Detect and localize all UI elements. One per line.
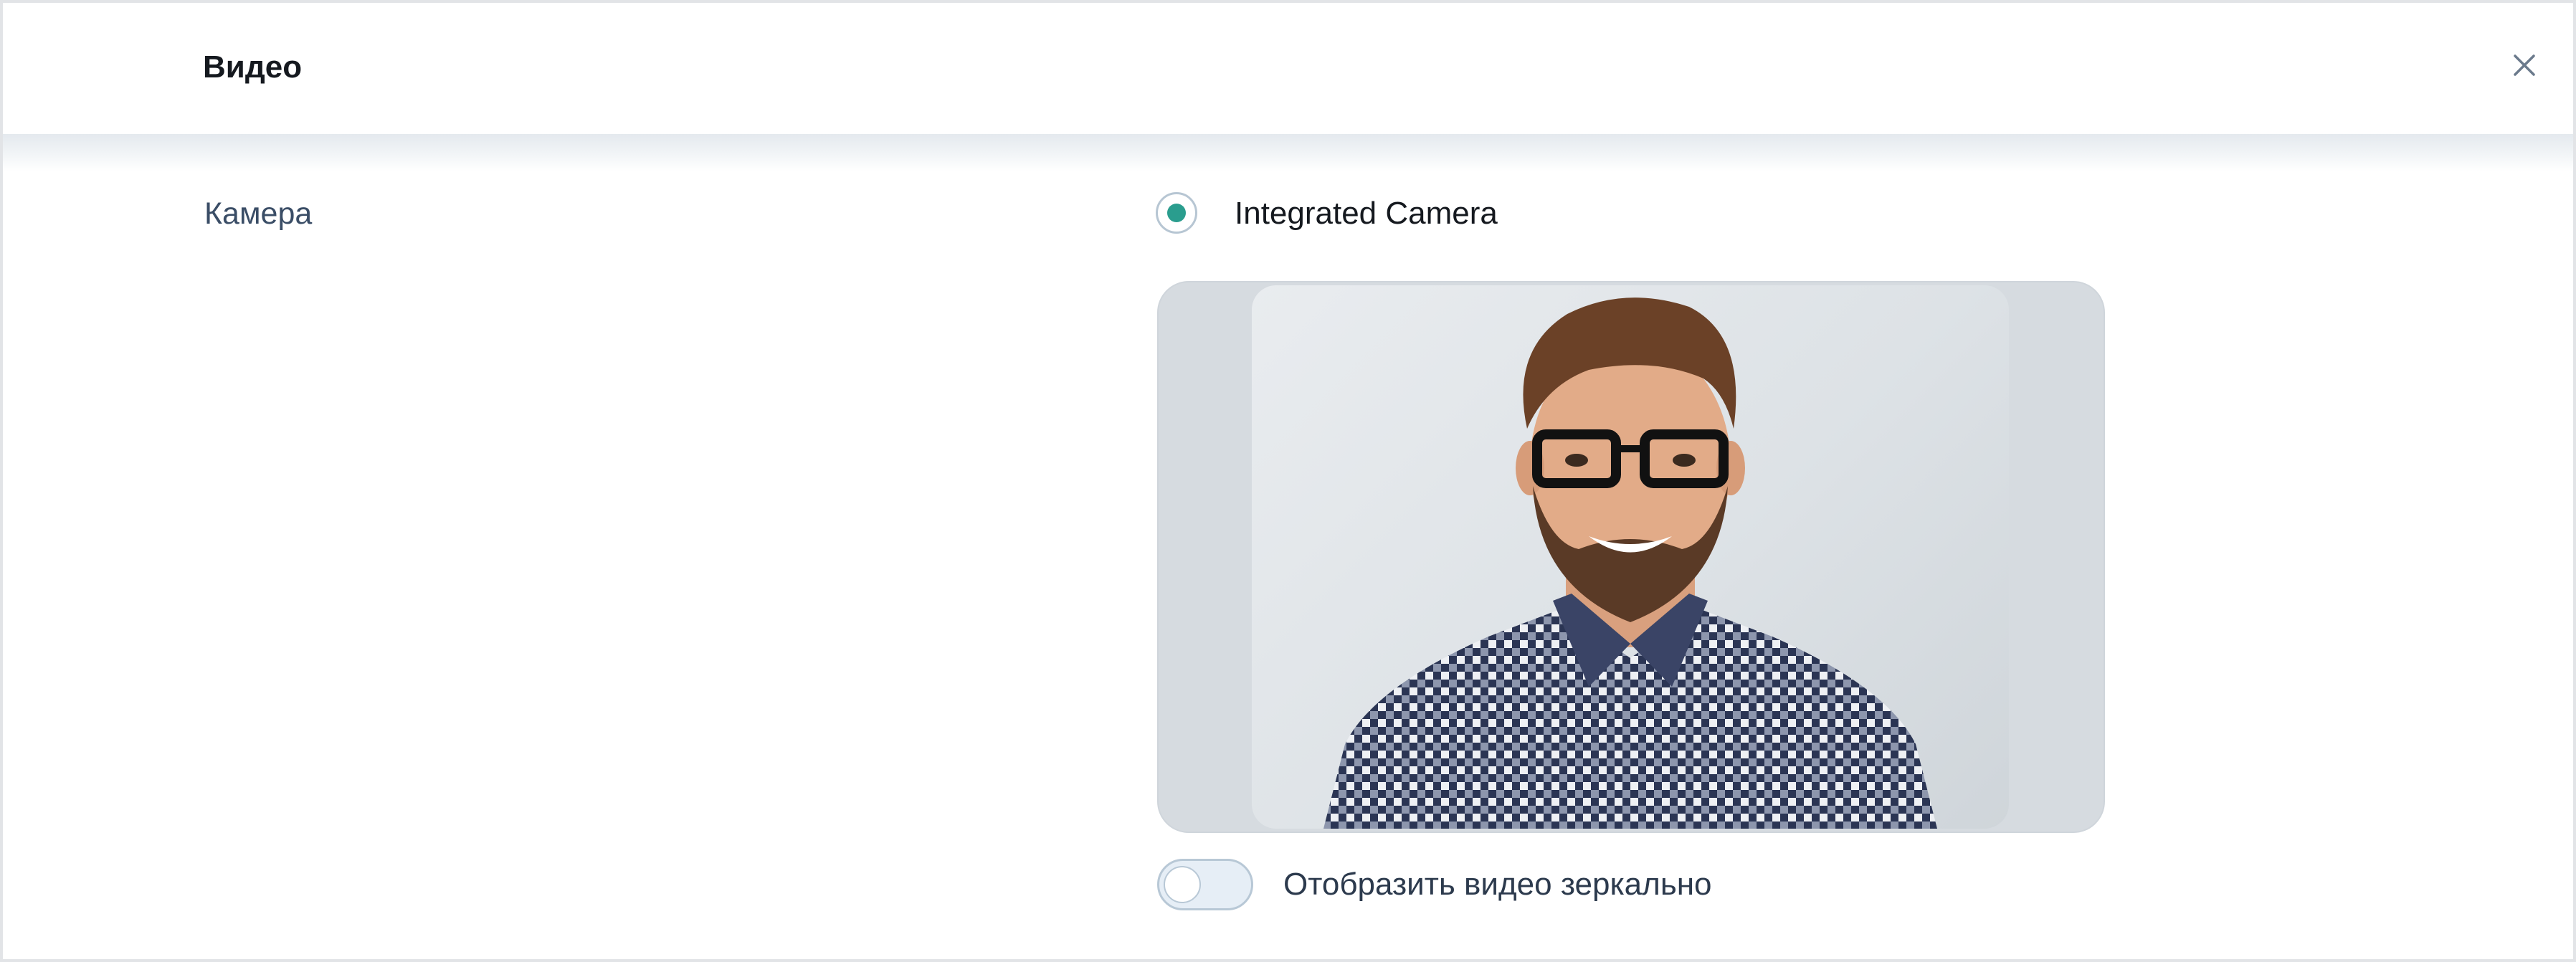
header-divider-shadow: [3, 134, 2573, 171]
mirror-video-label[interactable]: Отобразить видео зеркально: [1283, 865, 1712, 905]
radio-button-selected-dot: [1167, 204, 1186, 222]
camera-preview-feed: [1252, 285, 2009, 829]
mirror-video-toggle[interactable]: [1157, 859, 1253, 910]
person-video-image: [1323, 297, 1937, 829]
close-button[interactable]: [2505, 46, 2544, 85]
camera-option-label[interactable]: Integrated Camera: [1235, 194, 1498, 234]
camera-option-radio[interactable]: [1156, 192, 1199, 235]
toggle-knob: [1164, 866, 1201, 903]
dialog-header: Видео: [3, 3, 2573, 134]
dialog-title: Видео: [203, 49, 303, 85]
camera-section-label: Камера: [204, 196, 313, 231]
video-settings-dialog: Видео Камера Integrated Camera Отобразит…: [0, 0, 2576, 962]
close-icon: [2514, 54, 2535, 76]
radio-button-outer: [1156, 192, 1197, 234]
camera-preview: [1157, 281, 2105, 833]
